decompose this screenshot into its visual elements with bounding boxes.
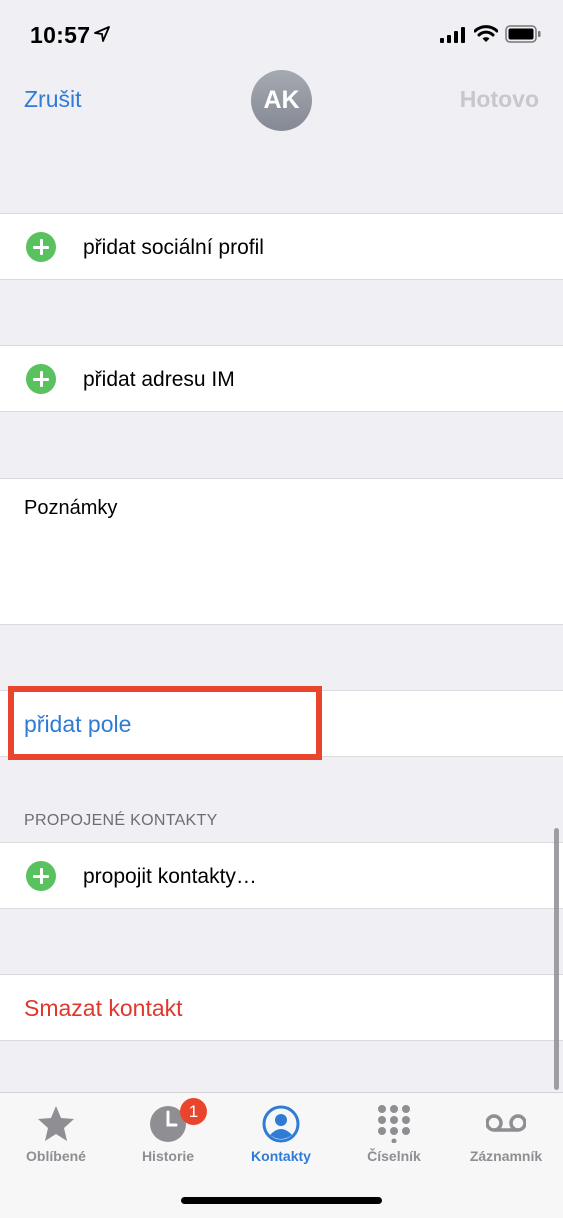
tab-history[interactable]: 1 Historie bbox=[112, 1093, 224, 1177]
add-circle-icon[interactable] bbox=[26, 861, 56, 891]
star-icon bbox=[38, 1106, 74, 1141]
voicemail-icon bbox=[486, 1114, 526, 1132]
delete-contact-label: Smazat kontakt bbox=[24, 995, 183, 1021]
delete-contact-row[interactable]: Smazat kontakt bbox=[0, 974, 563, 1041]
cellular-signal-icon bbox=[440, 27, 465, 43]
tab-label: Číselník bbox=[367, 1148, 421, 1164]
tab-label: Historie bbox=[141, 1148, 195, 1164]
add-circle-icon[interactable] bbox=[26, 364, 56, 394]
add-social-profile-label: přidat sociální profil bbox=[83, 236, 264, 259]
avatar-initials: AK bbox=[263, 86, 300, 114]
link-contacts-label: propojit kontakty… bbox=[83, 865, 257, 888]
add-social-profile-row[interactable]: přidat sociální profil bbox=[0, 213, 563, 280]
tab-keypad[interactable]: Číselník bbox=[338, 1093, 450, 1177]
status-time: 10:57 bbox=[30, 22, 91, 48]
link-contacts-row[interactable]: propojit kontakty… bbox=[0, 842, 563, 909]
person-circle-icon bbox=[262, 1105, 300, 1143]
location-arrow-icon bbox=[94, 26, 110, 42]
tab-favorites[interactable]: Oblíbené bbox=[0, 1093, 112, 1177]
wifi-icon bbox=[474, 25, 498, 42]
scrollbar[interactable] bbox=[554, 828, 559, 1090]
done-button[interactable]: Hotovo bbox=[460, 86, 539, 113]
notes-label: Poznámky bbox=[24, 497, 118, 519]
tab-voicemail[interactable]: Záznamník bbox=[450, 1093, 562, 1177]
linked-contacts-header: PROPOJENÉ KONTAKTY bbox=[24, 812, 218, 829]
tab-label: Záznamník bbox=[469, 1148, 543, 1164]
tab-contacts[interactable]: Kontakty bbox=[225, 1093, 337, 1177]
navigation-bar: Zrušit AK Hotovo bbox=[0, 70, 563, 131]
add-im-label: přidat adresu IM bbox=[83, 368, 235, 391]
highlight-box bbox=[8, 686, 322, 760]
notification-badge: 1 bbox=[180, 1098, 207, 1125]
avatar[interactable]: AK bbox=[251, 70, 312, 131]
add-im-row[interactable]: přidat adresu IM bbox=[0, 345, 563, 412]
add-circle-icon[interactable] bbox=[26, 232, 56, 262]
keypad-icon bbox=[378, 1105, 410, 1143]
notes-field[interactable]: Poznámky bbox=[0, 478, 563, 625]
cancel-button[interactable]: Zrušit bbox=[24, 86, 82, 113]
tab-label: Kontakty bbox=[251, 1148, 311, 1164]
tab-label: Oblíbené bbox=[26, 1148, 86, 1164]
status-bar: 10:57 bbox=[0, 0, 563, 70]
home-indicator[interactable] bbox=[181, 1197, 382, 1204]
battery-icon bbox=[505, 25, 541, 43]
